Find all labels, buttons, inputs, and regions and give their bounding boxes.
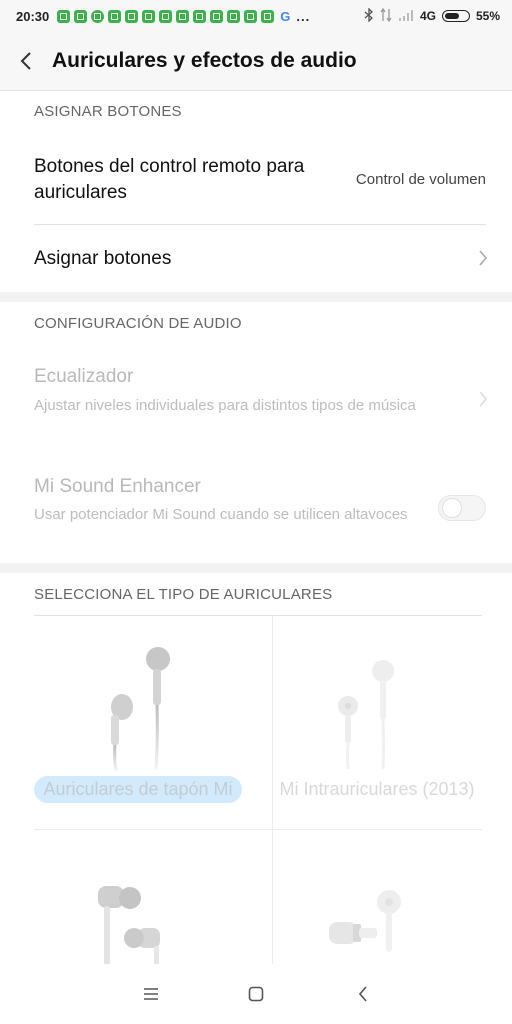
battery-percent: 55% — [475, 9, 500, 23]
sound-enhancer-title: Mi Sound Enhancer — [34, 476, 201, 497]
app-notification-icon — [193, 9, 207, 23]
divider — [34, 224, 486, 225]
title-bar: Auriculares y efectos de audio — [0, 32, 512, 91]
headphone-option-label: Mi Intrauriculares (2013) — [279, 779, 475, 799]
section-gap — [0, 563, 512, 573]
sound-enhancer-row[interactable]: Mi Sound Enhancer Usar potenciador Mi So… — [0, 465, 512, 555]
home-icon — [248, 986, 264, 1002]
headphone-option-basic-in-ear[interactable] — [273, 830, 482, 965]
remote-buttons-label: Botones del control remoto para auricula… — [34, 156, 305, 203]
back-arrow-icon — [358, 986, 367, 1002]
app-notification-icon — [74, 9, 88, 23]
earbuds-image — [111, 647, 170, 771]
bluetooth-icon — [364, 6, 374, 25]
headphone-type-grid: Auriculares de tapón Mi Mi Intrauricular… — [34, 615, 482, 970]
more-notifications-indicator: ... — [296, 8, 311, 24]
menu-icon — [144, 988, 158, 1000]
in-ear-headphones-image — [338, 660, 394, 770]
whatsapp-icon — [91, 9, 105, 23]
network-type: 4G — [419, 9, 436, 23]
app-notification-icon — [108, 9, 122, 23]
app-notification-icon — [125, 9, 139, 23]
headphone-option-mi-in-ear[interactable]: Auriculares de tapón Mi — [34, 615, 272, 829]
app-notification-icon — [57, 9, 71, 23]
menu-button[interactable] — [139, 982, 163, 1006]
app-notification-icon — [210, 9, 224, 23]
section-header-assign-buttons: ASIGNAR BOTONES — [34, 103, 182, 120]
app-notification-icon — [142, 9, 156, 23]
status-time: 20:30 — [16, 8, 50, 24]
section-header-audio-config: CONFIGURACIÓN DE AUDIO — [34, 315, 242, 332]
headphone-option-label: Auriculares de tapón Mi — [34, 776, 242, 803]
remote-buttons-value: Control de volumen — [355, 171, 486, 188]
home-button[interactable] — [244, 982, 268, 1006]
assign-buttons-row[interactable]: Asignar botones — [0, 226, 512, 292]
google-icon: G — [280, 8, 291, 24]
app-notification-icon — [159, 9, 173, 23]
app-notification-icon — [261, 9, 275, 23]
section-gap — [0, 292, 512, 302]
app-notification-icon — [176, 9, 190, 23]
notification-icons: G ... — [57, 9, 310, 24]
chevron-left-icon — [20, 52, 31, 70]
signal-icon — [398, 9, 414, 24]
equalizer-subtitle: Ajustar niveles individuales para distin… — [34, 397, 416, 414]
headphone-option-mi-intra-2013[interactable]: Mi Intrauriculares (2013) — [273, 615, 482, 829]
sound-enhancer-subtitle: Usar potenciador Mi Sound cuando se util… — [34, 506, 408, 523]
data-transfer-icon — [380, 7, 392, 25]
back-nav-button[interactable] — [351, 982, 375, 1006]
battery-icon — [441, 10, 470, 22]
equalizer-title: Ecualizador — [34, 366, 134, 387]
assign-buttons-label: Asignar botones — [34, 248, 172, 269]
sound-enhancer-toggle[interactable] — [438, 495, 486, 521]
app-notification-icon — [227, 9, 241, 23]
section-header-headphone-type: SELECCIONA EL TIPO DE AURICULARES — [34, 586, 333, 603]
chevron-right-icon — [478, 390, 488, 413]
app-notification-icon — [244, 9, 258, 23]
chevron-right-icon — [478, 249, 488, 272]
page-title: Auriculares y efectos de audio — [52, 49, 357, 72]
remote-buttons-row[interactable]: Botones del control remoto para auricula… — [0, 140, 512, 224]
metal-earphones-image — [98, 886, 160, 970]
status-bar: 20:30 G ... 4G 55% — [0, 0, 512, 32]
back-button[interactable] — [14, 49, 38, 73]
headphone-option-metal-in-ear[interactable] — [34, 830, 272, 970]
equalizer-row[interactable]: Ecualizador Ajustar niveles individuales… — [0, 355, 512, 445]
basic-earphones-image — [329, 890, 401, 952]
system-status: 4G 55% — [364, 6, 500, 25]
navigation-bar — [0, 964, 512, 1024]
